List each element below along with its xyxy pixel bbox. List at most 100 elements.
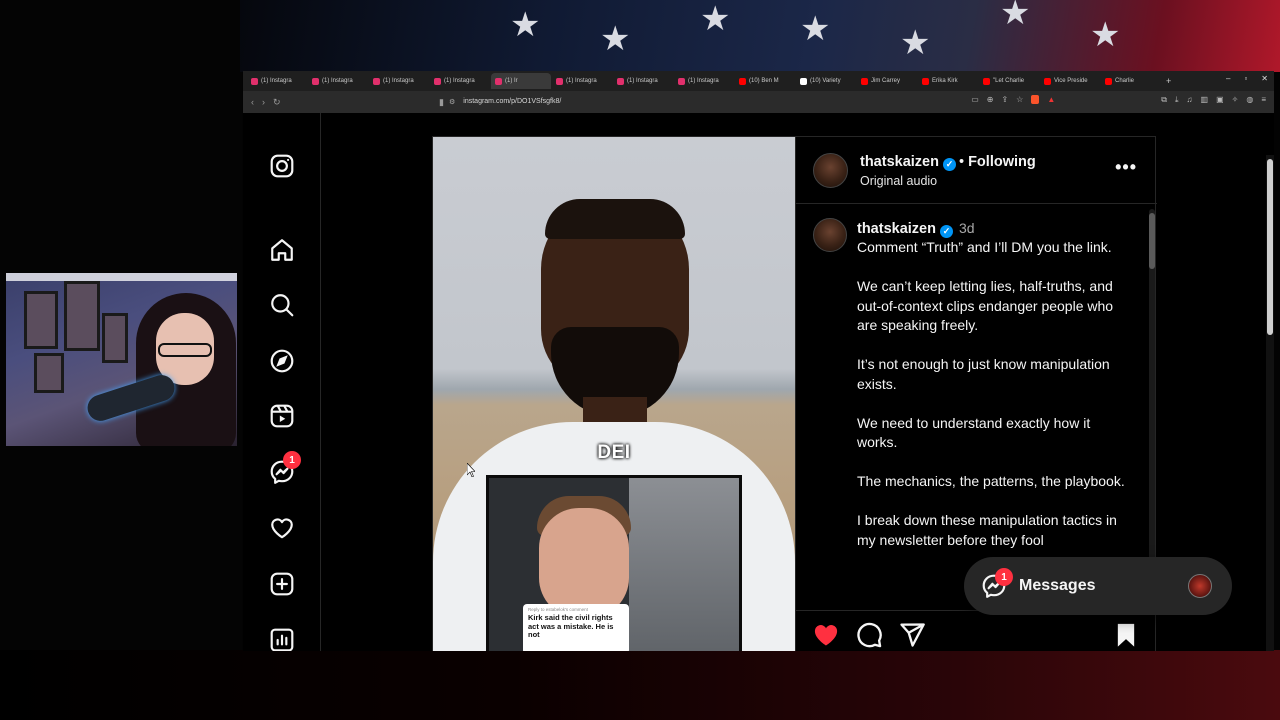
video-caption-overlay: DEI <box>597 442 631 463</box>
browser-tab[interactable]: (1) Instagra <box>308 73 368 89</box>
dashboard-icon[interactable] <box>267 625 297 651</box>
verified-icon: ✓ <box>939 225 953 238</box>
tab-label: Erika Kirk <box>932 78 958 84</box>
menu-icon[interactable]: ≡ <box>1261 95 1266 105</box>
tab-label: (10) Ben M <box>749 78 779 84</box>
create-icon[interactable] <box>267 569 297 599</box>
minimize-icon[interactable]: – <box>1226 74 1230 83</box>
messenger-icon[interactable]: 1 <box>267 451 301 487</box>
site-info-icon[interactable]: ⚙ <box>449 98 455 106</box>
leo-icon[interactable]: ✧ <box>1232 95 1239 105</box>
post-video[interactable]: DEI Reply to estabelok's comment Kirk sa… <box>433 137 795 651</box>
caption-paragraph: We can’t keep letting lies, half-truths,… <box>857 278 1114 333</box>
flag-background: ★ ★ ★ ★ ★ ★ ★ <box>240 0 1280 72</box>
tab-label: (1) Instagra <box>627 78 658 84</box>
forward-icon[interactable]: › <box>262 97 265 107</box>
share-icon[interactable] <box>898 621 926 649</box>
comment-avatar[interactable] <box>813 218 847 252</box>
save-bookmark-icon[interactable] <box>1112 621 1140 649</box>
back-icon[interactable]: ‹ <box>251 97 254 107</box>
brave-shield-icon[interactable] <box>1031 95 1040 104</box>
media-icon[interactable]: ♫ <box>1187 95 1193 105</box>
zoom-icon[interactable]: ⊕ <box>987 95 994 105</box>
browser-tab[interactable]: (1) Instagra <box>674 73 734 89</box>
browser-tab[interactable]: (1) Instagra <box>430 73 490 89</box>
tab-favicon-icon <box>1105 77 1112 85</box>
new-tab-button[interactable]: + <box>1166 76 1171 86</box>
caption-comment: thatskaizen ✓ 3d Comment “Truth” and I’ll … <box>796 205 1157 610</box>
tab-favicon-icon <box>556 77 563 85</box>
tab-label: Charlie <box>1115 78 1135 84</box>
messages-popup-button[interactable]: 1 Messages <box>964 557 1232 615</box>
author-avatar[interactable] <box>813 153 848 188</box>
home-icon[interactable] <box>267 235 297 265</box>
rewards-icon[interactable]: ▲ <box>1047 95 1055 105</box>
following-button[interactable]: Following <box>968 154 1036 170</box>
cast-icon[interactable]: ▭ <box>971 95 979 105</box>
stream-frame: ★ ★ ★ ★ ★ ★ ★ (1) Instagra (1) Instagra (1… <box>0 0 1280 720</box>
tab-favicon-icon <box>1044 77 1051 85</box>
reels-icon[interactable] <box>267 401 297 431</box>
comment-time: 3d <box>958 220 975 236</box>
caption-paragraph: It’s not enough to just know manipulatio… <box>857 356 1110 392</box>
browser-tab[interactable]: (1) Instagra <box>552 73 612 89</box>
tab-favicon-icon <box>800 77 807 85</box>
tab-label: (1) Instagra <box>383 78 414 84</box>
page-scrollbar[interactable] <box>1266 155 1274 651</box>
browser-tab[interactable]: (10) Variety <box>796 73 856 89</box>
tab-favicon-icon <box>922 77 929 85</box>
tab-favicon-icon <box>983 77 990 85</box>
url-field[interactable]: ⚙ instagram.com/p/DO1VSfsgfk8/ <box>449 94 1029 109</box>
wallet-icon[interactable]: ▣ <box>1216 95 1224 105</box>
bookmark-icon[interactable]: ▮ <box>439 97 444 108</box>
explore-icon[interactable] <box>267 346 297 376</box>
tab-favicon-icon <box>251 77 258 85</box>
tab-label: (10) Variety <box>810 78 841 84</box>
tab-label: (1) Instagra <box>322 78 353 84</box>
more-options-icon[interactable]: ••• <box>1115 157 1137 178</box>
search-icon[interactable] <box>267 290 297 320</box>
tab-label: "Let Charlie <box>993 78 1025 84</box>
browser-tab[interactable]: Jim Carrey <box>857 73 917 89</box>
window-controls: – ▫ ✕ <box>1226 74 1268 83</box>
star-icon[interactable]: ☆ <box>1016 95 1023 105</box>
tab-favicon-icon <box>739 77 746 85</box>
tab-favicon-icon <box>617 77 624 85</box>
notifications-heart-icon[interactable] <box>267 513 297 543</box>
maximize-icon[interactable]: ▫ <box>1244 74 1247 83</box>
browser-tab[interactable]: (1) Instagra <box>369 73 429 89</box>
caption-paragraph: The mechanics, the patterns, the playboo… <box>857 473 1125 489</box>
vpn-icon[interactable]: ◍ <box>1246 95 1253 105</box>
sidebar-icon[interactable]: ▥ <box>1201 95 1209 105</box>
webcam-overlay <box>6 273 237 446</box>
caption-paragraph: We need to understand exactly how it wor… <box>857 414 1091 451</box>
like-heart-icon[interactable] <box>812 621 840 649</box>
extension-icon[interactable]: ⧉ <box>1161 95 1167 105</box>
comments-scrollbar[interactable] <box>1149 209 1155 609</box>
share-icon[interactable]: ⇪ <box>1001 95 1008 105</box>
instagram-logo-icon[interactable] <box>267 151 297 181</box>
browser-tab[interactable]: (1) Instagra <box>613 73 673 89</box>
stream-bottom-background <box>0 650 1280 720</box>
browser-tab[interactable]: (1) Instagra <box>247 73 307 89</box>
browser-tab[interactable]: Charlie <box>1101 73 1161 89</box>
comment-icon[interactable] <box>855 621 883 649</box>
tab-favicon-icon <box>434 77 441 85</box>
audio-label[interactable]: Original audio <box>860 174 937 188</box>
messages-badge: 1 <box>995 568 1013 586</box>
download-icon[interactable]: ⤓ <box>1175 95 1179 105</box>
reload-icon[interactable]: ↻ <box>273 97 281 108</box>
browser-tab[interactable]: Vice Preside <box>1040 73 1100 89</box>
tab-label: (1) Ir <box>505 78 518 84</box>
url-text: instagram.com/p/DO1VSfsgfk8/ <box>463 98 562 105</box>
author-username[interactable]: thatskaizen <box>860 154 939 170</box>
comment-username[interactable]: thatskaizen <box>857 221 936 237</box>
close-icon[interactable]: ✕ <box>1261 74 1268 83</box>
instagram-sidebar: 1 <box>243 113 321 651</box>
browser-tab[interactable]: Erika Kirk <box>918 73 978 89</box>
mouse-cursor-icon <box>467 463 475 477</box>
tab-label: (1) Instagra <box>444 78 475 84</box>
browser-tab[interactable]: "Let Charlie <box>979 73 1039 89</box>
browser-tab[interactable]: (10) Ben M <box>735 73 795 89</box>
browser-tab[interactable]: (1) Ir <box>491 73 551 89</box>
